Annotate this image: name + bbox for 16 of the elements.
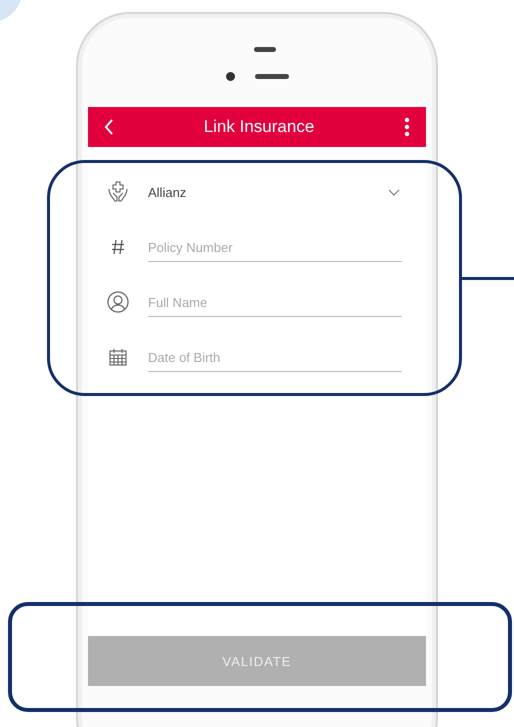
input-field[interactable]: Full Name (148, 287, 402, 317)
more-icon[interactable] (404, 117, 410, 137)
phone-camera (226, 72, 234, 81)
phone-speaker (254, 47, 276, 52)
hash-icon (111, 239, 125, 255)
input-field[interactable]: Date of Birth (148, 342, 402, 372)
leader-line (462, 277, 514, 280)
user-icon (107, 291, 129, 313)
calendar-icon (109, 348, 127, 366)
hands-cross-icon (107, 181, 129, 203)
insurer-dropdown[interactable]: Allianz (148, 184, 402, 200)
input-field[interactable]: Policy Number (148, 232, 402, 262)
chevron-down-icon (388, 188, 400, 196)
back-icon[interactable] (104, 119, 114, 135)
phone-earpiece (254, 74, 288, 79)
screen-title: Link Insurance (202, 117, 316, 137)
